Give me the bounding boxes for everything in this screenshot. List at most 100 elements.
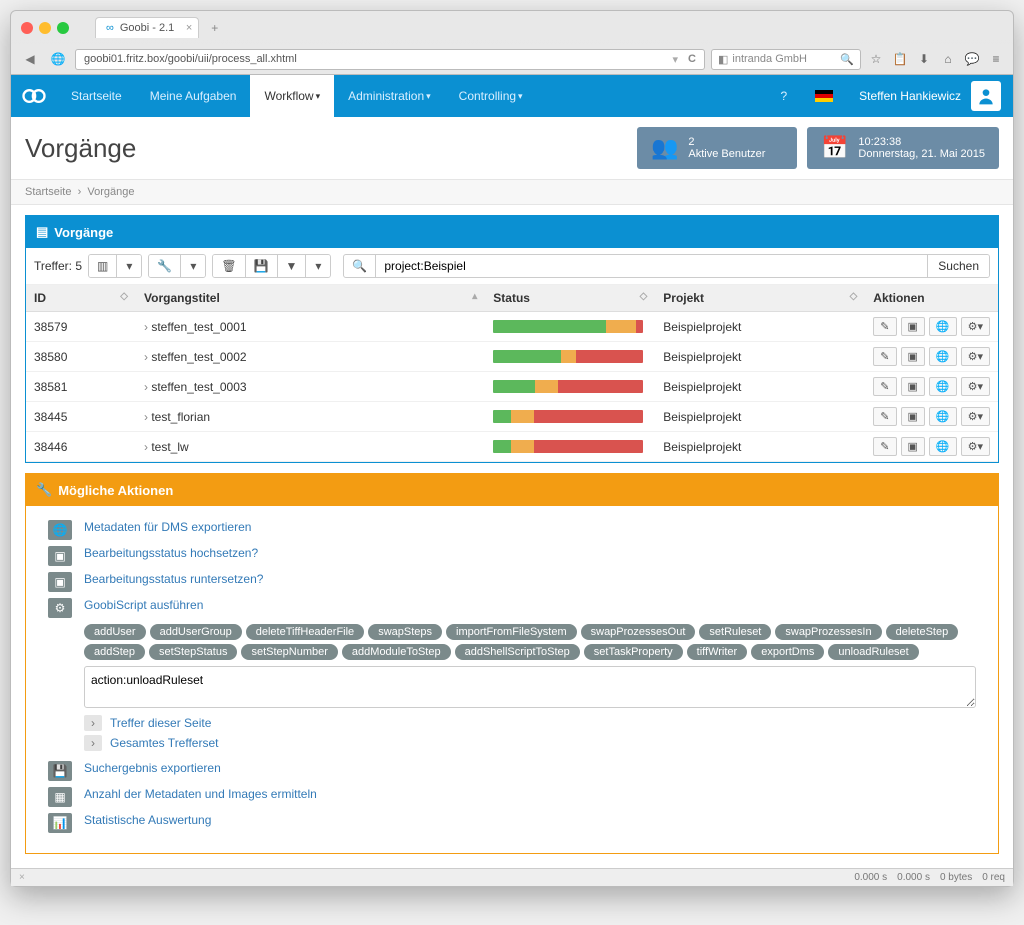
cell-title[interactable]: › test_florian bbox=[136, 402, 485, 432]
globe-icon[interactable]: 🌐 bbox=[929, 377, 957, 396]
close-tab-icon[interactable]: × bbox=[186, 22, 192, 34]
status-bar: × 0.000 s 0.000 s 0 bytes 0 req bbox=[11, 868, 1013, 886]
search-provider-icon: ◧ bbox=[718, 53, 728, 66]
script-pill[interactable]: addShellScriptToStep bbox=[455, 644, 580, 660]
grid-icon: ▦ bbox=[48, 787, 72, 807]
book-icon[interactable]: ▣ bbox=[901, 437, 925, 456]
action-status-down[interactable]: Bearbeitungsstatus runtersetzen? bbox=[84, 572, 263, 586]
action-stats[interactable]: Statistische Auswertung bbox=[84, 813, 211, 827]
nav-workflow[interactable]: Workflow▾ bbox=[250, 75, 334, 117]
maximize-window-icon[interactable] bbox=[57, 22, 69, 34]
edit-icon[interactable]: ✎ bbox=[873, 317, 896, 336]
script-pill[interactable]: deleteStep bbox=[886, 624, 959, 640]
language-flag[interactable] bbox=[801, 75, 847, 117]
user-menu[interactable]: Steffen Hankiewicz bbox=[847, 81, 1013, 111]
help-icon[interactable]: ? bbox=[766, 75, 801, 117]
search-icon[interactable]: 🔍 bbox=[840, 53, 854, 66]
edit-icon[interactable]: ✎ bbox=[873, 347, 896, 366]
cell-title[interactable]: › steffen_test_0003 bbox=[136, 372, 485, 402]
cell-project: Beispielprojekt bbox=[655, 312, 865, 342]
clipboard-icon[interactable]: 📋 bbox=[891, 50, 909, 68]
script-pill[interactable]: addUserGroup bbox=[150, 624, 242, 640]
script-pill[interactable]: addUser bbox=[84, 624, 146, 640]
cell-id: 38579 bbox=[26, 312, 136, 342]
script-pill[interactable]: tiffWriter bbox=[687, 644, 748, 660]
browser-search[interactable]: ◧ intranda GmbH 🔍 bbox=[711, 49, 861, 70]
columns-dropdown[interactable]: ▥▾ bbox=[88, 254, 142, 278]
minimize-window-icon[interactable] bbox=[39, 22, 51, 34]
gear-dropdown[interactable]: ⚙▾ bbox=[961, 317, 990, 336]
script-pill[interactable]: setRuleset bbox=[699, 624, 771, 640]
save-disk-button[interactable]: 💾 bbox=[246, 255, 278, 277]
action-export-result[interactable]: Suchergebnis exportieren bbox=[84, 761, 221, 775]
cell-title[interactable]: › test_lw bbox=[136, 432, 485, 462]
edit-icon[interactable]: ✎ bbox=[873, 407, 896, 426]
chat-icon[interactable]: 💬 bbox=[963, 50, 981, 68]
delete-button[interactable]: 🗑 bbox=[213, 255, 245, 277]
script-pill[interactable]: swapSteps bbox=[368, 624, 442, 640]
process-table: ID◇ Vorgangstitel▴ Status◇ Projekt◇ Akti… bbox=[26, 285, 998, 462]
col-id[interactable]: ID◇ bbox=[26, 285, 136, 312]
script-pill[interactable]: swapProzessesIn bbox=[775, 624, 881, 640]
url-field[interactable]: goobi01.fritz.box/goobi/uii/process_all.… bbox=[75, 49, 705, 70]
search-button[interactable]: Suchen bbox=[927, 255, 989, 277]
script-pill[interactable]: setStepStatus bbox=[149, 644, 238, 660]
globe-icon[interactable]: 🌐 bbox=[929, 347, 957, 366]
cell-title[interactable]: › steffen_test_0001 bbox=[136, 312, 485, 342]
gear-dropdown[interactable]: ⚙▾ bbox=[961, 347, 990, 366]
script-pill[interactable]: addModuleToStep bbox=[342, 644, 451, 660]
gear-dropdown[interactable]: ⚙▾ bbox=[961, 437, 990, 456]
close-window-icon[interactable] bbox=[21, 22, 33, 34]
nav-startseite[interactable]: Startseite bbox=[57, 75, 136, 117]
col-project[interactable]: Projekt◇ bbox=[655, 285, 865, 312]
nav-meine-aufgaben[interactable]: Meine Aufgaben bbox=[136, 75, 251, 117]
gear-dropdown[interactable]: ⚙▾ bbox=[961, 377, 990, 396]
col-title[interactable]: Vorgangstitel▴ bbox=[136, 285, 485, 312]
script-pill[interactable]: setStepNumber bbox=[241, 644, 337, 660]
col-status[interactable]: Status◇ bbox=[485, 285, 655, 312]
logo-icon[interactable] bbox=[11, 82, 57, 110]
book-icon[interactable]: ▣ bbox=[901, 407, 925, 426]
script-pill[interactable]: addStep bbox=[84, 644, 145, 660]
script-pill[interactable]: swapProzessesOut bbox=[581, 624, 696, 640]
star-icon[interactable]: ☆ bbox=[867, 50, 885, 68]
script-pill[interactable]: setTaskProperty bbox=[584, 644, 683, 660]
menu-icon[interactable]: ≡ bbox=[987, 50, 1005, 68]
globe-icon[interactable]: 🌐 bbox=[929, 407, 957, 426]
script-pill[interactable]: importFromFileSystem bbox=[446, 624, 577, 640]
home-icon[interactable]: ⌂ bbox=[939, 50, 957, 68]
globe-icon[interactable]: 🌐 bbox=[929, 317, 957, 336]
action-count-meta[interactable]: Anzahl der Metadaten und Images ermittel… bbox=[84, 787, 317, 801]
action-export-dms[interactable]: Metadaten für DMS exportieren bbox=[84, 520, 251, 534]
book-icon[interactable]: ▣ bbox=[901, 317, 925, 336]
script-pill[interactable]: unloadRuleset bbox=[828, 644, 918, 660]
search-input[interactable] bbox=[376, 255, 927, 277]
action-all-hits[interactable]: Gesamtes Trefferset bbox=[110, 736, 219, 750]
goobiscript-input[interactable] bbox=[84, 666, 976, 708]
nav-controlling[interactable]: Controlling▾ bbox=[445, 75, 537, 117]
edit-icon[interactable]: ✎ bbox=[873, 437, 896, 456]
script-pill[interactable]: deleteTiffHeaderFile bbox=[246, 624, 364, 640]
filter-button[interactable]: ▼ bbox=[278, 255, 307, 277]
breadcrumb-home[interactable]: Startseite bbox=[25, 186, 71, 198]
gear-dropdown[interactable]: ⚙▾ bbox=[961, 407, 990, 426]
new-tab-icon[interactable]: + bbox=[211, 21, 218, 35]
reload-icon[interactable]: C bbox=[688, 53, 696, 65]
book-icon[interactable]: ▣ bbox=[901, 377, 925, 396]
wrench-dropdown[interactable]: 🔧▾ bbox=[148, 254, 206, 278]
download-icon[interactable]: ⬇ bbox=[915, 50, 933, 68]
close-footer-icon[interactable]: × bbox=[19, 872, 25, 883]
action-page-hits[interactable]: Treffer dieser Seite bbox=[110, 716, 211, 730]
edit-icon[interactable]: ✎ bbox=[873, 377, 896, 396]
cell-title[interactable]: › steffen_test_0002 bbox=[136, 342, 485, 372]
back-icon[interactable]: ◀ bbox=[19, 48, 41, 70]
action-status-up[interactable]: Bearbeitungsstatus hochsetzen? bbox=[84, 546, 258, 560]
globe-icon[interactable]: 🌐 bbox=[929, 437, 957, 456]
nav-administration[interactable]: Administration▾ bbox=[334, 75, 445, 117]
action-run-script[interactable]: GoobiScript ausführen bbox=[84, 598, 203, 612]
browser-tab[interactable]: ∞ Goobi - 2.1 × bbox=[95, 17, 199, 38]
script-pill[interactable]: exportDms bbox=[751, 644, 824, 660]
filter-caret[interactable]: ▾ bbox=[306, 255, 330, 277]
book-icon[interactable]: ▣ bbox=[901, 347, 925, 366]
active-users-card[interactable]: 👥 2 Aktive Benutzer bbox=[637, 127, 797, 169]
